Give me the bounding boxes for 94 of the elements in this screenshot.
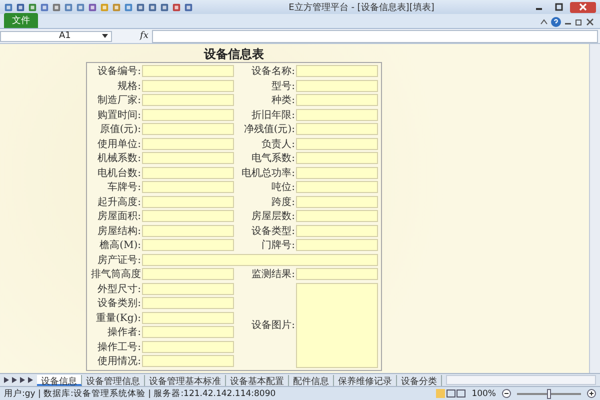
field-label: 制造厂家: [96, 94, 141, 108]
field-label: 重量(Kg): [94, 312, 141, 325]
field-label: 型号: [270, 80, 295, 93]
input-field[interactable] [296, 108, 378, 121]
field-label: 设备名称: [250, 65, 295, 78]
input-field[interactable] [142, 196, 234, 208]
field-label: 净残值(元): [242, 122, 295, 136]
input-field[interactable] [296, 166, 378, 179]
input-field[interactable] [142, 65, 234, 78]
field-label: 操作工号: [96, 340, 141, 354]
field-label: 电机总功率: [240, 166, 295, 180]
view-icon[interactable] [436, 389, 466, 398]
field-label: 房屋面积: [96, 210, 141, 224]
field-label: 操作者: [106, 326, 141, 340]
field-label: 车牌号: [106, 180, 141, 194]
file-tab[interactable]: 文件 [4, 13, 38, 28]
picture-field[interactable] [296, 282, 378, 368]
field-label: 设备类型: [250, 224, 295, 238]
input-field[interactable] [296, 224, 378, 237]
input-field[interactable] [142, 138, 234, 150]
input-field[interactable] [142, 166, 234, 179]
form-title: 设备信息表 [202, 46, 265, 62]
field-label: 折旧年限: [250, 108, 295, 122]
field-label: 使用单位: [96, 138, 141, 151]
close-button[interactable] [570, 2, 596, 12]
name-box[interactable]: A1 [0, 30, 112, 42]
vertical-scrollbar[interactable] [589, 44, 600, 373]
field-label: 电气系数: [250, 152, 295, 166]
field-label: 种类: [270, 94, 295, 108]
input-field[interactable] [296, 123, 378, 136]
field-label: 吨位: [270, 180, 295, 194]
input-field[interactable] [296, 268, 378, 280]
slider-thumb[interactable] [547, 388, 551, 398]
close-icon[interactable] [586, 18, 594, 26]
window-title: E立方管理平台 - [设备信息表][填表] [288, 2, 436, 14]
field-label: 负责人: [260, 138, 295, 151]
field-label: 外型尺寸: [96, 282, 141, 296]
input-field[interactable] [296, 181, 378, 194]
restore-icon[interactable] [575, 18, 583, 26]
input-field[interactable] [142, 123, 234, 136]
input-field[interactable] [142, 326, 234, 338]
zoom-level: 100% [472, 388, 496, 398]
input-field[interactable] [142, 312, 234, 324]
input-field[interactable] [296, 239, 378, 252]
input-field[interactable] [142, 210, 234, 222]
input-field[interactable] [296, 152, 378, 164]
close-icon [579, 3, 587, 11]
status-text: 用户:gy | 数据库:设备管理系统体验 | 服务器:121.42.142.114:8090 [4, 388, 277, 400]
input-field[interactable] [142, 152, 234, 164]
input-field[interactable] [296, 138, 378, 150]
input-field[interactable] [296, 65, 378, 78]
field-label: 设备编号: [96, 64, 141, 78]
sheet-tab[interactable]: 设备信息 [37, 374, 82, 386]
input-field[interactable] [142, 80, 234, 92]
input-field[interactable] [142, 94, 234, 106]
input-field[interactable] [142, 340, 234, 353]
input-field[interactable] [142, 224, 234, 237]
field-label: 房产证号: [96, 254, 141, 267]
input-field[interactable] [296, 196, 378, 208]
field-label: 机械系数: [96, 152, 141, 166]
field-label: 檐高(M): [98, 238, 141, 252]
caret-icon[interactable] [540, 18, 548, 26]
field-label: 设备类别: [96, 296, 141, 310]
field-label: 电机台数: [96, 166, 141, 180]
input-field[interactable] [142, 108, 234, 121]
formula-input[interactable] [152, 30, 598, 42]
help-icon[interactable] [551, 16, 561, 26]
maximize-icon[interactable] [555, 3, 563, 11]
field-label: 设备图片: [250, 318, 295, 332]
input-field[interactable] [142, 254, 378, 266]
input-field[interactable] [142, 239, 234, 252]
input-field[interactable] [142, 282, 234, 295]
field-label: 门牌号: [260, 238, 295, 252]
field-label: 跨度: [270, 196, 295, 209]
field-label: 起升高度: [96, 196, 141, 209]
horizontal-scrollbar[interactable] [446, 375, 596, 385]
input-field[interactable] [296, 94, 378, 106]
field-label: 房屋结构: [96, 224, 141, 238]
field-label: 房屋层数: [250, 210, 295, 224]
zoom-in-icon[interactable] [587, 389, 596, 398]
input-field[interactable] [142, 297, 234, 310]
input-field[interactable] [142, 355, 234, 368]
field-label: 原值(元): [98, 123, 141, 136]
input-field[interactable] [142, 268, 234, 280]
input-field[interactable] [296, 210, 378, 222]
field-label: 排气筒高度 [90, 268, 141, 282]
field-label: 规格: [116, 80, 141, 93]
field-label: 监测结果: [250, 268, 295, 282]
field-label: 使用情况: [96, 354, 141, 368]
input-field[interactable] [296, 80, 378, 92]
field-label: 购置时间: [96, 108, 141, 122]
input-field[interactable] [142, 181, 234, 194]
function-label[interactable]: fx [140, 31, 148, 41]
zoom-out-icon[interactable] [502, 389, 511, 398]
